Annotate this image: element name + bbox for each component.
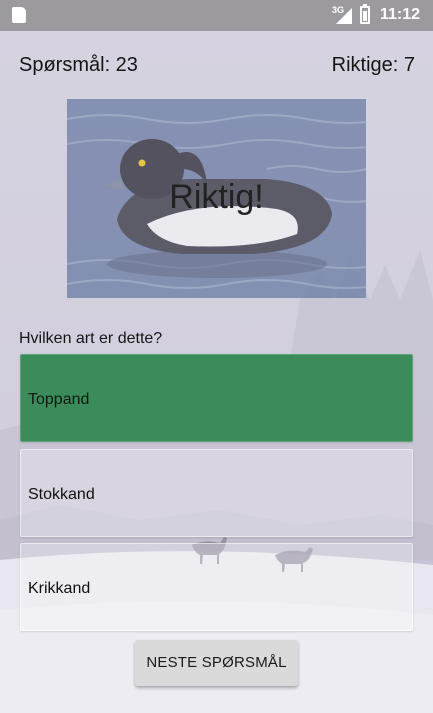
result-text: Riktig! [169, 178, 264, 216]
answer-option-label: Krikkand [28, 580, 91, 597]
answer-option-1[interactable]: Toppand [20, 354, 413, 442]
sd-card-icon [12, 7, 26, 23]
question-counter: Spørsmål: 23 [19, 54, 138, 76]
signal-icon [336, 8, 352, 24]
score-header: Spørsmål: 23 Riktige: 7 [19, 54, 415, 78]
question-text: Hvilken art er dette? [19, 330, 163, 347]
correct-counter: Riktige: 7 [331, 54, 415, 76]
answer-option-3[interactable]: Krikkand [20, 543, 413, 631]
answer-option-label: Toppand [28, 391, 90, 408]
status-time: 11:12 [380, 6, 421, 23]
next-question-button[interactable]: NESTE SPØRSMÅL [135, 640, 298, 686]
answer-option-label: Stokkand [28, 486, 95, 503]
battery-icon [360, 4, 370, 24]
answer-option-2[interactable]: Stokkand [20, 449, 413, 537]
status-bar: 3G 11:12 [0, 0, 433, 31]
